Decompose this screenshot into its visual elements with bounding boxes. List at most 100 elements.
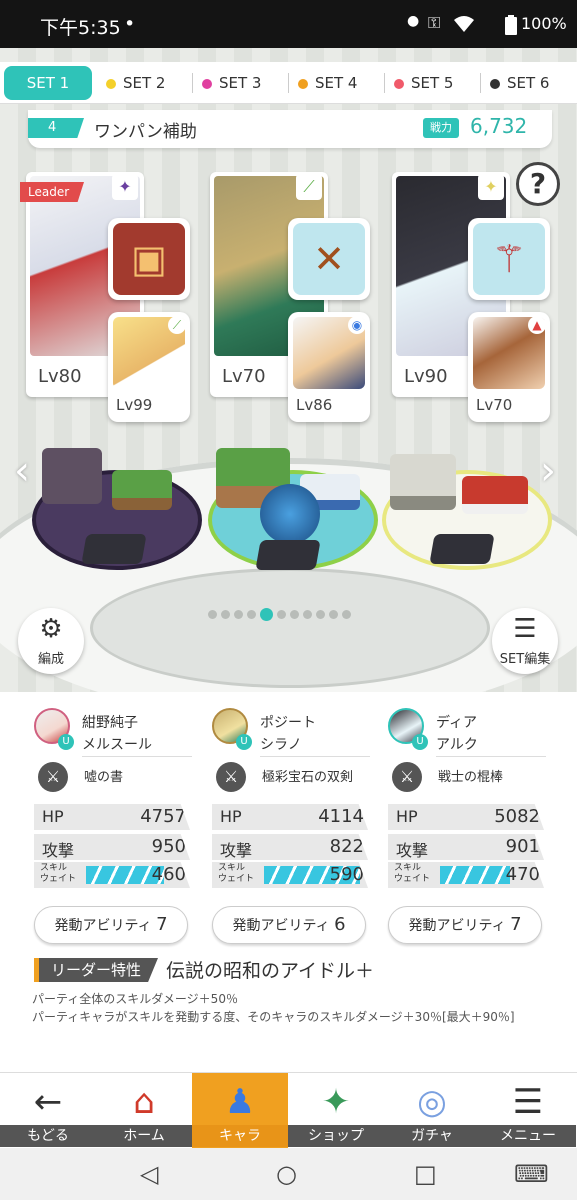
character-name: ディア xyxy=(436,715,478,731)
skill-wait-label: スキル ウェイト xyxy=(394,863,431,884)
system-nav-bar: ◁ ○ □ ⌨ xyxy=(0,1148,577,1200)
recents-square-icon[interactable]: □ xyxy=(414,1160,437,1188)
tab-set-1[interactable]: SET 1 xyxy=(4,66,92,100)
skill-wait-stat: スキル ウェイト 590 xyxy=(212,862,368,888)
nav-menu[interactable]: ☰ メニュー xyxy=(480,1073,576,1149)
crossed-swords-icon: ✕ xyxy=(293,223,365,295)
book-icon: ▣ xyxy=(113,223,185,295)
nav-label: もどる xyxy=(0,1125,96,1147)
mace-icon: ⚚ xyxy=(473,223,545,295)
nav-gacha[interactable]: ◎ ガチャ xyxy=(384,1073,480,1149)
ability-button[interactable]: 発動アビリティ 7 xyxy=(388,906,542,944)
nav-shop[interactable]: ✦ ショップ xyxy=(288,1073,384,1149)
pixel-pedestal xyxy=(429,534,495,564)
weapon-icon: ⚔ xyxy=(38,762,68,792)
tab-set-4[interactable]: SET 4 xyxy=(288,66,357,100)
ability-count: 6 xyxy=(334,914,346,935)
character-level: Lv70 xyxy=(222,366,266,387)
back-arrow-icon: ← xyxy=(33,1082,63,1122)
ability-label: 発動アビリティ xyxy=(54,918,152,934)
formation-button[interactable]: ⚙ 編成 xyxy=(18,608,84,674)
pixel-orb xyxy=(260,484,320,544)
notification-dot-icon: ● xyxy=(407,13,420,29)
page-dot xyxy=(303,610,312,619)
nav-home[interactable]: ⌂ ホーム xyxy=(96,1073,192,1149)
hp-stat: HP 4757 xyxy=(34,804,190,830)
bottom-nav: ← もどる ⌂ ホーム ♟ キャラ ✦ ショップ ◎ ガチャ ☰ メニュー xyxy=(0,1072,577,1149)
leader-skill-tag: リーダー特性 xyxy=(34,958,158,982)
character-icon: ♟ xyxy=(224,1082,256,1122)
sparkle-icon: ✦ xyxy=(478,174,504,200)
tab-color-dot xyxy=(298,78,308,89)
page-dot xyxy=(277,610,286,619)
support-character-3[interactable]: ▲ Lv70 xyxy=(468,312,550,422)
game-screen: { "status_bar": {"time": "下午5:35", "dot"… xyxy=(0,0,577,1200)
page-dot xyxy=(247,610,256,619)
skill-wait-stat: スキル ウェイト 460 xyxy=(34,862,190,888)
page-dot xyxy=(329,610,338,619)
nav-character[interactable]: ♟ キャラ xyxy=(192,1073,288,1149)
unit-badge-icon: U xyxy=(236,734,252,750)
key-icon: ⚿ xyxy=(428,13,441,32)
tab-color-dot xyxy=(202,78,212,89)
ability-count: 7 xyxy=(510,914,522,935)
set-tabs: SET 1 SET 2 SET 3 SET 4 SET 5 SET 6 xyxy=(0,62,577,104)
attack-stat: 攻撃 822 xyxy=(212,834,368,860)
tab-label: SET 6 xyxy=(507,74,550,92)
pixel-pedestal xyxy=(81,534,147,564)
status-dot: • xyxy=(124,13,136,35)
tab-set-3[interactable]: SET 3 xyxy=(192,66,262,100)
gamepad-icon[interactable]: ⌨ xyxy=(514,1160,549,1188)
tab-color-dot xyxy=(394,78,404,89)
page-dot xyxy=(342,610,351,619)
support-character-1[interactable]: ⟋ Lv99 xyxy=(108,312,190,422)
character-name: 紺野純子 xyxy=(82,715,138,731)
support-level: Lv99 xyxy=(116,396,153,414)
skill-wait-value: 470 xyxy=(505,864,540,885)
tab-set-2[interactable]: SET 2 xyxy=(106,66,165,100)
set-edit-button[interactable]: ☰ SET編集 xyxy=(492,608,558,674)
set-edit-label: SET編集 xyxy=(499,652,551,667)
ability-button[interactable]: 発動アビリティ 6 xyxy=(212,906,366,944)
support-level: Lv70 xyxy=(476,396,513,414)
pixel-pedestal xyxy=(255,540,321,570)
support-character-2[interactable]: ◉ Lv86 xyxy=(288,312,370,422)
leader-badge: Leader xyxy=(20,182,84,202)
battery-percent: 100% xyxy=(521,14,567,33)
back-triangle-icon[interactable]: ◁ xyxy=(140,1160,158,1188)
page-dot xyxy=(290,610,299,619)
character-level: Lv80 xyxy=(38,366,82,387)
attack-stat: 攻撃 901 xyxy=(388,834,544,860)
equipment-slot-1[interactable]: ▣ xyxy=(108,218,190,300)
person-gear-icon: ⚙ xyxy=(39,614,63,644)
pixel-tower xyxy=(42,448,102,504)
attack-label: 攻撃 xyxy=(396,841,429,860)
skill-wait-stat: スキル ウェイト 470 xyxy=(388,862,544,888)
leader-skill-desc-1: パーティ全体のスキルダメージ＋50％ xyxy=(32,992,238,1006)
page-dot xyxy=(221,610,230,619)
attribute-icon: ✦ xyxy=(112,174,138,200)
character-name: ポジート xyxy=(260,715,316,731)
skill-wait-value: 590 xyxy=(329,864,364,885)
equipment-slot-3[interactable]: ⚚ xyxy=(468,218,550,300)
tab-set-6[interactable]: SET 6 xyxy=(480,66,550,100)
nav-back[interactable]: ← もどる xyxy=(0,1073,96,1149)
prev-arrow-icon[interactable]: ‹ xyxy=(14,448,30,494)
next-arrow-icon[interactable]: › xyxy=(540,448,556,494)
tab-color-dot xyxy=(490,78,500,89)
leaf-icon: ⟋ xyxy=(168,316,186,334)
tab-set-5[interactable]: SET 5 xyxy=(384,66,453,100)
nav-label: ガチャ xyxy=(384,1125,480,1147)
page-indicator xyxy=(208,604,355,621)
help-button[interactable]: ? xyxy=(516,162,560,206)
unit-badge-icon: U xyxy=(58,734,74,750)
unit-badge-icon: U xyxy=(412,734,428,750)
page-dot xyxy=(208,610,217,619)
team-bar[interactable]: 4 ワンパン補助 戦力 6,732 xyxy=(28,110,552,148)
formation-label: 編成 xyxy=(37,652,64,667)
tab-label: SET 3 xyxy=(219,74,262,92)
home-circle-icon[interactable]: ○ xyxy=(276,1160,297,1188)
unit-name: メルスール xyxy=(82,734,192,757)
equipment-slot-2[interactable]: ✕ xyxy=(288,218,370,300)
ability-button[interactable]: 発動アビリティ 7 xyxy=(34,906,188,944)
